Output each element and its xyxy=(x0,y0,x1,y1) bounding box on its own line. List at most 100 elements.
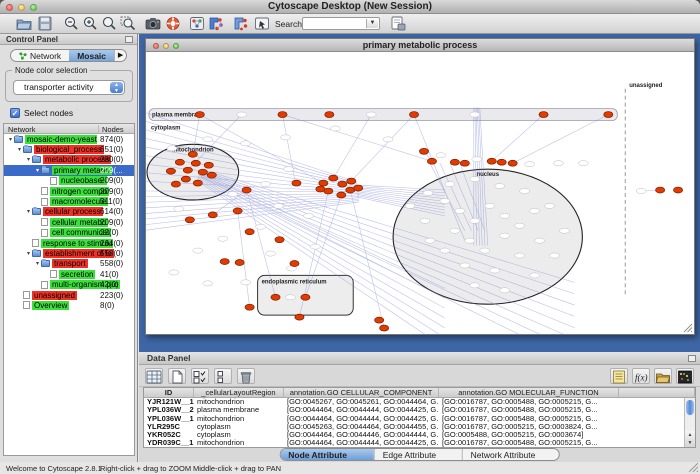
network-node-selected-function[interactable] xyxy=(275,237,284,243)
network-node[interactable] xyxy=(559,228,569,233)
frame-resize-grip[interactable] xyxy=(683,323,693,333)
zoom-fit-icon[interactable] xyxy=(120,16,136,31)
network-node[interactable] xyxy=(472,157,482,162)
network-node-selected-function[interactable] xyxy=(242,187,251,193)
network-node[interactable] xyxy=(470,218,480,223)
network-node[interactable] xyxy=(274,203,284,208)
attribute-list-icon[interactable] xyxy=(610,368,628,384)
float-panel-icon[interactable] xyxy=(125,36,133,43)
network-node[interactable] xyxy=(470,177,480,182)
network-node-selected-function[interactable] xyxy=(427,158,436,164)
select-nodes-checkbox[interactable]: ✓ xyxy=(10,108,20,118)
network-node-selected-function[interactable] xyxy=(220,259,229,265)
tab-network[interactable]: Network xyxy=(11,50,69,61)
network-node[interactable] xyxy=(310,244,320,249)
expand-arrow-icon[interactable]: ▾ xyxy=(25,156,32,163)
expand-arrow-icon[interactable]: ▾ xyxy=(7,136,14,143)
search-combobox[interactable]: ▼ xyxy=(302,17,380,30)
network-node[interactable] xyxy=(515,223,525,228)
network-node[interactable] xyxy=(530,273,540,278)
network-node[interactable] xyxy=(303,213,313,218)
network-node[interactable] xyxy=(500,233,510,238)
expand-arrow-icon[interactable]: ▾ xyxy=(25,208,32,215)
network-node[interactable] xyxy=(500,213,510,218)
network-node[interactable] xyxy=(440,248,450,253)
scrollbar-thumb[interactable] xyxy=(686,400,694,415)
network-tree-row[interactable]: ▾transport558(0) xyxy=(4,259,134,269)
expand-arrow-icon[interactable]: ▾ xyxy=(34,167,41,174)
network-node-selected-function[interactable] xyxy=(508,160,517,166)
network-tree-row[interactable]: ▾metabolic process280(0) xyxy=(4,155,134,165)
scrollbar-arrows[interactable]: ▲▼ xyxy=(685,431,695,447)
tab-edge-attribute-browser[interactable]: Edge Attribute Browser xyxy=(375,449,463,460)
network-node[interactable] xyxy=(480,248,490,253)
network-node-selected-function[interactable] xyxy=(301,294,310,300)
network-node[interactable] xyxy=(241,141,251,146)
select-attributes-icon[interactable] xyxy=(191,368,209,384)
expand-arrow-icon[interactable]: ▾ xyxy=(34,260,41,267)
network-node[interactable] xyxy=(167,146,177,151)
network-node-selected-function[interactable] xyxy=(325,112,334,118)
network-node[interactable] xyxy=(203,281,213,286)
network-node[interactable] xyxy=(383,137,393,142)
network-tree-row[interactable]: cell communicat22(0) xyxy=(4,228,134,238)
network-node[interactable] xyxy=(470,112,480,117)
network-tree-row[interactable]: macromolecule311(0) xyxy=(4,196,134,206)
network-node[interactable] xyxy=(450,228,460,233)
network-node[interactable] xyxy=(440,198,450,203)
column-header[interactable]: ID xyxy=(144,388,194,397)
table-row[interactable]: YPL036W__2plasma membrane[GO:0044464, GO… xyxy=(144,406,695,414)
network-canvas[interactable]: plasma membranecytoplasmmitochondrionnuc… xyxy=(146,52,694,334)
network-tree-row[interactable]: unassigned223(0) xyxy=(4,290,134,300)
network-node[interactable] xyxy=(203,137,213,142)
network-node-selected-function[interactable] xyxy=(166,168,175,174)
network-node[interactable] xyxy=(261,181,271,186)
network-node-selected-function[interactable] xyxy=(497,159,506,165)
network-node[interactable] xyxy=(283,167,293,172)
network-node-selected-function[interactable] xyxy=(319,180,328,186)
zoom-in-icon[interactable] xyxy=(82,16,98,31)
network-node[interactable] xyxy=(256,224,266,229)
network-node-selected-function[interactable] xyxy=(245,304,254,310)
attribute-matrix-icon[interactable] xyxy=(676,368,694,384)
network-node[interactable] xyxy=(495,183,505,188)
save-attributes-icon[interactable] xyxy=(390,16,406,31)
function-builder-icon[interactable]: f(x) xyxy=(632,368,650,384)
network-node-selected-function[interactable] xyxy=(450,159,459,165)
network-node[interactable] xyxy=(545,203,555,208)
network-node[interactable] xyxy=(500,288,510,293)
network-node[interactable] xyxy=(237,112,247,117)
network-node-selected-function[interactable] xyxy=(191,160,200,166)
network-node-selected-function[interactable] xyxy=(329,175,338,181)
network-tree-row[interactable]: ▾mosaic-demo-yeast874(0) xyxy=(4,134,134,144)
network-node-selected-function[interactable] xyxy=(604,112,613,118)
network-tree-row[interactable]: ▾biological_process651(0) xyxy=(4,144,134,154)
network-node-selected-function[interactable] xyxy=(316,186,325,192)
tab-mosaic[interactable]: Mosaic xyxy=(69,50,114,61)
network-node-selected-function[interactable] xyxy=(207,172,216,178)
network-tree-row[interactable]: response to stimulu264(0) xyxy=(4,238,134,248)
snapshot-icon[interactable] xyxy=(145,16,161,31)
save-icon[interactable] xyxy=(37,16,53,31)
network-node[interactable] xyxy=(425,238,435,243)
expand-arrow-icon[interactable]: ▾ xyxy=(25,250,32,257)
network-node-selected-function[interactable] xyxy=(673,187,682,193)
network-node[interactable] xyxy=(241,280,251,285)
network-node-selected-function[interactable] xyxy=(539,112,548,118)
network-node[interactable] xyxy=(445,181,455,186)
network-node-selected-function[interactable] xyxy=(419,148,428,154)
network-node[interactable] xyxy=(515,253,525,258)
network-node[interactable] xyxy=(281,135,291,140)
network-node-selected-function[interactable] xyxy=(204,162,213,168)
network-tree-row[interactable]: secretion41(0) xyxy=(4,269,134,279)
unselect-attributes-icon[interactable] xyxy=(214,368,232,384)
network-node-selected-function[interactable] xyxy=(193,180,202,186)
compartment-nucleus[interactable] xyxy=(393,169,582,304)
network-frame-titlebar[interactable]: primary metabolic process xyxy=(146,39,694,52)
tab-overflow-arrow[interactable]: ▶ xyxy=(114,50,126,61)
network-node[interactable] xyxy=(554,161,564,166)
network-node[interactable] xyxy=(405,203,415,208)
column-header[interactable]: annotation.GO CELLULAR_COMPONENT xyxy=(284,388,439,397)
network-node[interactable] xyxy=(460,263,470,268)
window-titlebar[interactable]: Cytoscape Desktop (New Session) xyxy=(0,0,700,14)
